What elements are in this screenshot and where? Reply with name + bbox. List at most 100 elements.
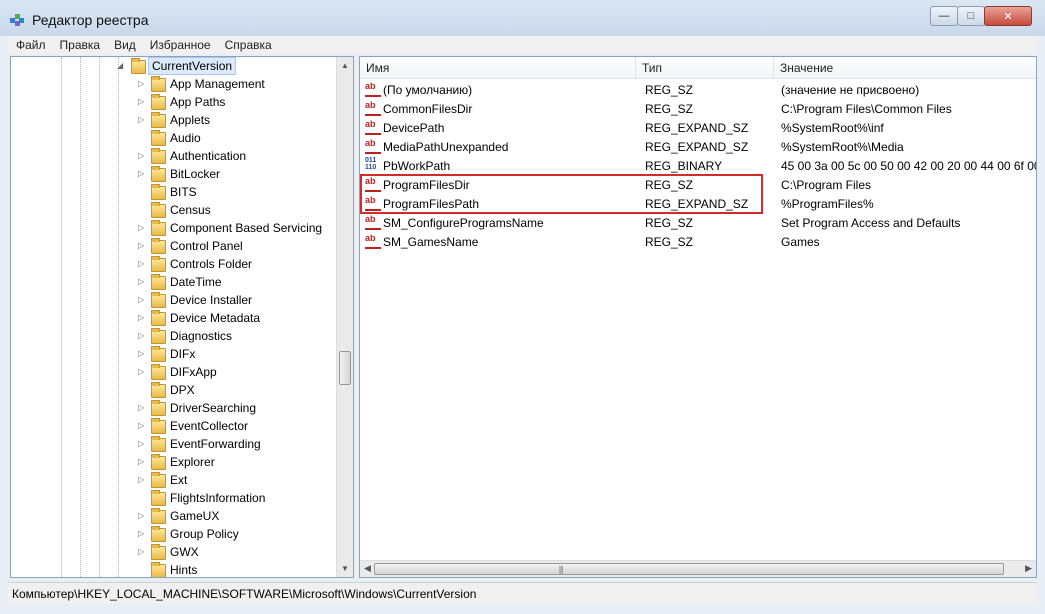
tree-item[interactable]: ▷ DIFxApp <box>11 363 337 381</box>
maximize-button[interactable]: □ <box>957 6 985 26</box>
tree-item[interactable]: Audio <box>11 129 337 147</box>
value-row[interactable]: ab SM_GamesName REG_SZ Games <box>360 232 1036 251</box>
expand-arrow-icon[interactable]: ▷ <box>138 331 147 341</box>
expand-arrow-icon[interactable]: ▷ <box>138 457 147 467</box>
value-data: C:\Program Files <box>781 178 872 192</box>
value-row[interactable]: 011 110 PbWorkPath REG_BINARY 45 00 3a 00 5c… <box>360 156 1036 175</box>
expand-arrow-icon[interactable]: ▷ <box>138 169 147 179</box>
tree-item[interactable]: ▷ GameUX <box>11 507 337 525</box>
tree-item[interactable]: BITS <box>11 183 337 201</box>
tree-item[interactable]: ▷ EventCollector <box>11 417 337 435</box>
value-type: REG_SZ <box>645 102 694 116</box>
tree-item[interactable]: ▷ Diagnostics <box>11 327 337 345</box>
folder-icon <box>151 292 166 308</box>
collapse-arrow-icon[interactable]: ◢ <box>117 61 126 71</box>
value-row[interactable]: ab CommonFilesDir REG_SZ C:\Program Files\C… <box>360 99 1036 118</box>
tree-item-label: BitLocker <box>170 167 221 181</box>
column-header-name[interactable]: Имя <box>360 57 636 79</box>
column-header-value[interactable]: Значение <box>774 57 1036 79</box>
expand-arrow-icon[interactable]: ▷ <box>138 475 147 485</box>
expand-arrow-icon[interactable]: ▷ <box>138 439 147 449</box>
column-header-type[interactable]: Тип <box>636 57 774 79</box>
tree-item[interactable]: ▷ DriverSearching <box>11 399 337 417</box>
tree-item[interactable]: ▷ EventForwarding <box>11 435 337 453</box>
tree-item[interactable]: ▷ Device Metadata <box>11 309 337 327</box>
minimize-button[interactable]: — <box>930 6 958 26</box>
folder-icon <box>151 526 166 542</box>
tree-item[interactable]: ▷ Controls Folder <box>11 255 337 273</box>
menu-help[interactable]: Справка <box>217 38 278 52</box>
values-list[interactable]: Имя Тип Значение ab (По умолчанию) REG_SZ(… <box>359 56 1037 578</box>
tree-item[interactable]: ▷ Ext <box>11 471 337 489</box>
expand-arrow-icon[interactable]: ▷ <box>138 295 147 305</box>
tree-item[interactable]: ▷ GWX <box>11 543 337 561</box>
values-horizontal-scrollbar[interactable]: ◀ ⫼ ▶ <box>360 560 1036 577</box>
expand-arrow-icon[interactable]: ▷ <box>138 79 147 89</box>
expand-arrow-icon[interactable]: ▷ <box>138 97 147 107</box>
expand-arrow-icon[interactable]: ▷ <box>138 421 147 431</box>
expand-arrow-icon[interactable]: ▷ <box>138 259 147 269</box>
expand-arrow-icon[interactable]: ▷ <box>138 313 147 323</box>
expand-arrow-icon[interactable]: ▷ <box>138 277 147 287</box>
expand-arrow-icon[interactable]: ▷ <box>138 511 147 521</box>
value-data: %SystemRoot%\inf <box>781 121 884 135</box>
tree-item-current-version[interactable]: ◢ CurrentVersion <box>11 57 337 75</box>
menu-edit[interactable]: Правка <box>52 38 107 52</box>
value-row[interactable]: ab MediaPathUnexpanded REG_EXPAND_SZ %Syste… <box>360 137 1036 156</box>
value-row[interactable]: ab SM_ConfigureProgramsName REG_SZ Set Prog… <box>360 213 1036 232</box>
expand-arrow-icon[interactable]: ▷ <box>138 547 147 557</box>
tree-item[interactable]: ▷ Applets <box>11 111 337 129</box>
expand-arrow-icon[interactable]: ▷ <box>138 403 147 413</box>
scroll-up-icon[interactable]: ▲ <box>341 61 349 70</box>
expand-arrow-icon[interactable]: ▷ <box>138 529 147 539</box>
folder-icon <box>151 490 166 506</box>
tree-item[interactable]: Census <box>11 201 337 219</box>
scroll-down-icon[interactable]: ▼ <box>341 564 349 573</box>
value-row[interactable]: ab (По умолчанию) REG_SZ (значение не присв… <box>360 80 1036 99</box>
expand-arrow-icon[interactable]: ▷ <box>138 115 147 125</box>
expand-arrow-icon[interactable]: ▷ <box>138 367 147 377</box>
tree-item[interactable]: ▷ Group Policy <box>11 525 337 543</box>
tree-item-label: GameUX <box>170 509 220 523</box>
tree-item[interactable]: ▷ BitLocker <box>11 165 337 183</box>
expand-arrow-icon[interactable]: ▷ <box>138 223 147 233</box>
folder-icon <box>151 112 166 128</box>
status-bar: Компьютер\HKEY_LOCAL_MACHINE\SOFTWARE\Mi… <box>8 582 1037 604</box>
scroll-thumb[interactable]: ⫼ <box>374 563 1004 575</box>
tree-item[interactable]: ▷ Explorer <box>11 453 337 471</box>
tree-item-label: FlightsInformation <box>170 491 266 505</box>
folder-icon <box>151 76 166 92</box>
maximize-icon: □ <box>967 10 975 22</box>
menu-file[interactable]: Файл <box>8 38 52 52</box>
tree-item[interactable]: ▷ Device Installer <box>11 291 337 309</box>
expand-arrow-icon[interactable]: ▷ <box>138 349 147 359</box>
expand-arrow-icon[interactable]: ▷ <box>138 151 147 161</box>
value-data: Games <box>781 235 820 249</box>
menu-favorites[interactable]: Избранное <box>142 38 217 52</box>
tree-item-label: DIFxApp <box>170 365 217 379</box>
scroll-thumb[interactable] <box>339 351 351 385</box>
value-name: CommonFilesDir <box>383 102 473 116</box>
tree-item[interactable]: ▷ DateTime <box>11 273 337 291</box>
tree-item[interactable]: FlightsInformation <box>11 489 337 507</box>
folder-icon <box>151 346 166 362</box>
expand-arrow-icon[interactable]: ▷ <box>138 241 147 251</box>
scroll-left-icon[interactable]: ◀ <box>364 563 371 574</box>
folder-icon <box>151 148 166 164</box>
tree-vertical-scrollbar[interactable]: ▲ ▼ <box>336 57 353 577</box>
close-button[interactable]: ✕ <box>984 6 1032 26</box>
tree-item[interactable]: ▷ App Management <box>11 75 337 93</box>
tree-item[interactable]: ▷ Control Panel <box>11 237 337 255</box>
tree-item[interactable]: DPX <box>11 381 337 399</box>
value-type: REG_SZ <box>645 83 694 97</box>
tree-item-label: Diagnostics <box>170 329 233 343</box>
tree-item[interactable]: ▷ Component Based Servicing <box>11 219 337 237</box>
tree-item[interactable]: ▷ DIFx <box>11 345 337 363</box>
tree-item[interactable]: Hints <box>11 561 337 577</box>
value-row[interactable]: ab DevicePath REG_EXPAND_SZ %SystemRoot%\in… <box>360 118 1036 137</box>
scroll-right-icon[interactable]: ▶ <box>1025 563 1032 574</box>
registry-tree[interactable]: ◢ CurrentVersion ▷ App Management ▷ App Pat… <box>10 56 354 578</box>
menu-view[interactable]: Вид <box>106 38 142 52</box>
tree-item[interactable]: ▷ Authentication <box>11 147 337 165</box>
tree-item[interactable]: ▷ App Paths <box>11 93 337 111</box>
